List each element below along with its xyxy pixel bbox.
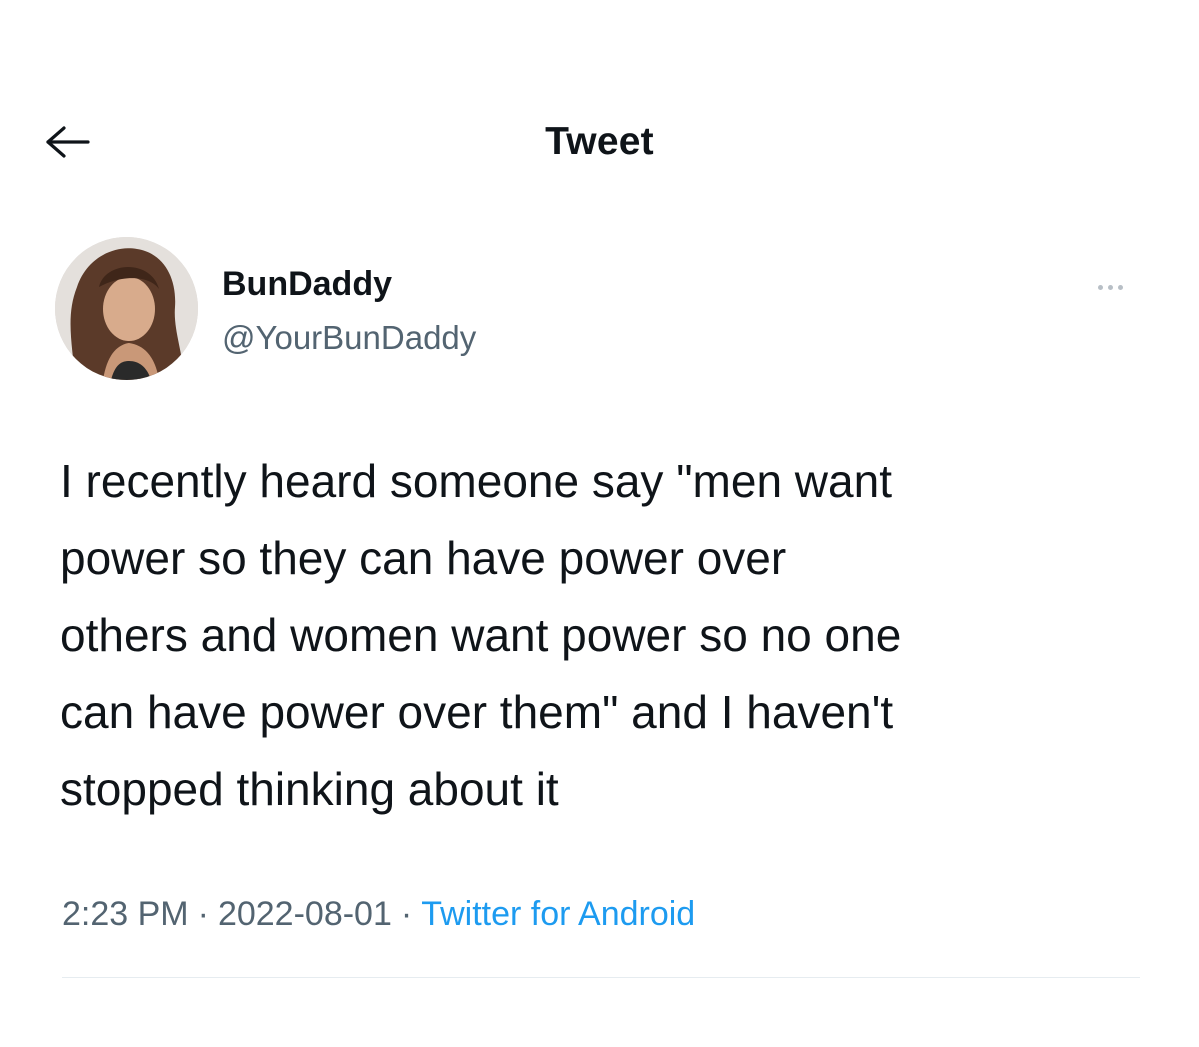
user-handle[interactable]: @YourBunDaddy	[222, 319, 476, 357]
tweet-time[interactable]: 2:23 PM	[62, 895, 189, 933]
top-bar: Tweet	[0, 100, 1199, 190]
tweet-source-link[interactable]: Twitter for Android	[421, 895, 695, 933]
meta-separator: ·	[197, 895, 209, 933]
tweet-text-line: power so they can have power over	[60, 532, 787, 584]
tweet-text-line: I recently heard someone say "men want	[60, 455, 892, 507]
meta-separator: ·	[400, 895, 413, 933]
tweet-author: BunDaddy @YourBunDaddy	[55, 237, 1145, 387]
avatar-image	[55, 237, 198, 380]
tweet-text: I recently heard someone say "men want p…	[60, 443, 1150, 828]
tweet-date[interactable]: 2022-08-01	[218, 895, 392, 933]
display-name[interactable]: BunDaddy	[222, 265, 392, 304]
tweet-meta: 2:23 PM · 2022-08-01 · Twitter for Android	[62, 895, 695, 934]
more-horizontal-icon	[1097, 284, 1103, 290]
tweet-text-line: others and women want power so no one	[60, 609, 902, 661]
more-options-button[interactable]	[1085, 277, 1135, 297]
page-title: Tweet	[545, 120, 654, 163]
divider	[62, 977, 1140, 978]
tweet-text-line: can have power over them" and I haven't	[60, 686, 894, 738]
tweet-text-line: stopped thinking about it	[60, 763, 559, 815]
avatar[interactable]	[55, 237, 198, 380]
